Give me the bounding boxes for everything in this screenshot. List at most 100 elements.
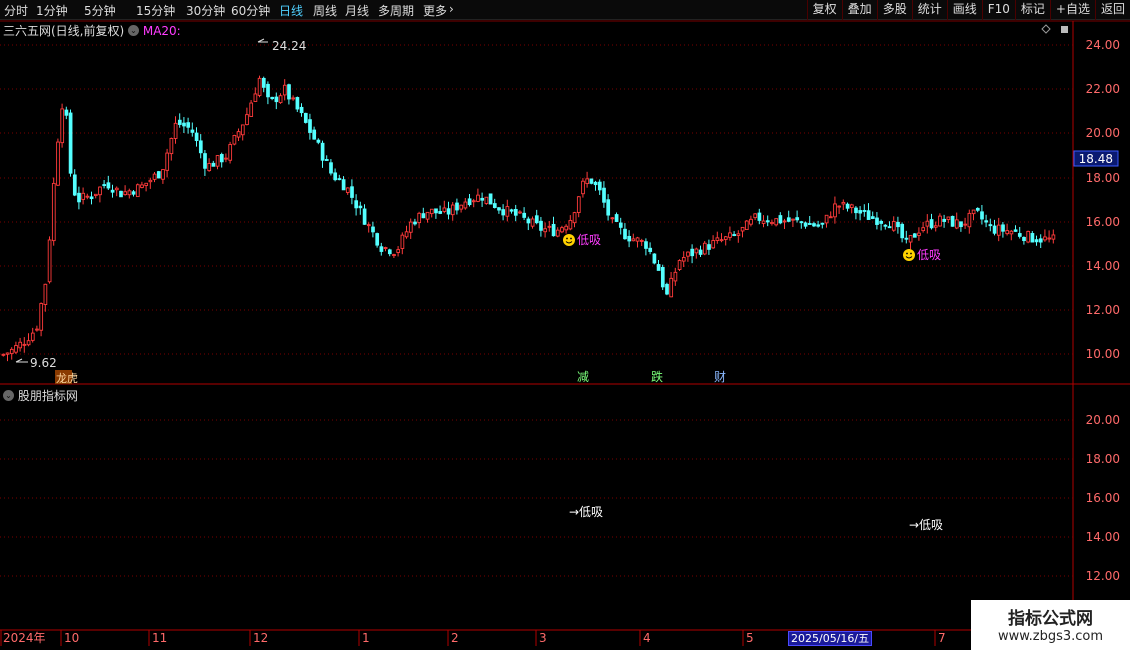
high-label: 24.24 — [272, 39, 306, 53]
time-label: 12 — [253, 631, 268, 645]
candle-up — [560, 227, 564, 233]
event-tag-finance[interactable]: 财 — [714, 370, 726, 384]
candle-up — [686, 251, 690, 257]
candle-up — [946, 216, 951, 220]
high-marker-icon — [257, 38, 268, 43]
candle-up — [841, 201, 846, 205]
candle-up — [505, 206, 510, 217]
candle-down — [854, 207, 858, 214]
signal-smiley-icon — [563, 234, 575, 246]
candle-up — [51, 182, 56, 242]
candle-down — [64, 109, 69, 116]
candle-down — [354, 200, 359, 209]
main-y-axis: 24.00 22.00 20.00 18.00 16.00 14.00 12.0… — [1086, 38, 1120, 361]
candle-up — [169, 138, 174, 155]
sub-grid — [0, 419, 1073, 577]
time-label: 5 — [746, 631, 754, 645]
candle-up — [581, 180, 585, 195]
candle-up — [677, 260, 682, 270]
candle-up — [400, 234, 405, 249]
candle-up — [1005, 230, 1010, 235]
candle-up — [463, 201, 468, 209]
candle-down — [329, 162, 333, 174]
low-label: 9.62 — [30, 356, 57, 370]
y-tick: 16.00 — [1086, 215, 1120, 229]
candle-down — [198, 140, 203, 154]
candle-down — [602, 187, 606, 203]
candle-up — [791, 218, 795, 221]
candle-up — [30, 332, 35, 341]
y-tick: 20.00 — [1086, 413, 1120, 427]
chevron-down-icon[interactable]: ⌄ — [3, 390, 14, 401]
candle-up — [278, 95, 283, 104]
candles-group — [1, 75, 1056, 362]
candle-up — [963, 223, 968, 226]
candle-up — [56, 141, 60, 186]
candle-up — [253, 93, 258, 102]
candle-down — [266, 83, 270, 98]
candle-down — [1034, 239, 1039, 243]
candle-up — [849, 204, 854, 208]
candle-down — [375, 233, 380, 246]
candle-up — [715, 237, 720, 241]
candle-up — [744, 220, 749, 230]
candle-down — [614, 214, 619, 222]
candle-up — [702, 242, 707, 255]
selected-date-tag: 2025/05/16/五 — [788, 631, 873, 646]
candle-up — [1009, 230, 1014, 235]
y-tick: 10.00 — [1086, 347, 1120, 361]
candle-up — [711, 240, 716, 249]
candle-up — [908, 235, 913, 243]
candle-up — [123, 191, 128, 196]
candle-up — [833, 203, 837, 218]
candle-up — [782, 220, 787, 223]
candle-up — [396, 249, 401, 253]
candlestick-chart[interactable]: 24.00 22.00 20.00 18.00 16.00 14.00 12.0… — [0, 0, 1130, 650]
candle-up — [555, 229, 560, 237]
y-tick: 12.00 — [1086, 303, 1120, 317]
candle-down — [497, 207, 501, 211]
signal-label: 低吸 — [577, 233, 601, 247]
candle-down — [455, 202, 459, 211]
candle-down — [988, 224, 993, 227]
candle-down — [589, 178, 594, 184]
candle-down — [904, 237, 909, 240]
candle-up — [719, 239, 724, 242]
candle-down — [942, 218, 947, 222]
candle-up — [585, 178, 590, 185]
candle-down — [526, 218, 531, 224]
candle-up — [639, 239, 644, 242]
candle-up — [5, 352, 10, 355]
candle-up — [723, 236, 728, 240]
time-label: 10 — [64, 631, 79, 645]
diamond-icon[interactable] — [1041, 24, 1051, 34]
sub-signal-text: →低吸 — [909, 518, 943, 532]
candle-down — [648, 247, 653, 252]
candle-down — [362, 208, 367, 225]
event-tag-fall[interactable]: 跌 — [651, 369, 663, 384]
candle-up — [161, 169, 165, 180]
candle-down — [900, 223, 905, 239]
candle-up — [1047, 237, 1052, 240]
candle-down — [337, 178, 342, 181]
y-tick: 18.00 — [1086, 452, 1120, 466]
candle-up — [39, 303, 44, 331]
candle-up — [1043, 236, 1047, 241]
candle-up — [236, 131, 241, 138]
event-tag-reduce[interactable]: 减 — [577, 370, 589, 384]
candle-down — [77, 192, 81, 203]
candle-up — [564, 225, 569, 231]
candle-up — [60, 108, 65, 144]
candle-up — [837, 205, 842, 208]
square-icon[interactable] — [1061, 26, 1068, 33]
event-tag-longhu[interactable]: 龙虎 — [56, 372, 78, 385]
chevron-down-icon[interactable]: ⌄ — [128, 25, 140, 36]
candle-down — [866, 210, 871, 220]
candle-up — [22, 343, 27, 346]
candle-up — [144, 182, 149, 186]
watermark-title: 指标公式网 — [1008, 609, 1093, 629]
candle-up — [207, 163, 212, 172]
candle-up — [18, 341, 23, 349]
candle-down — [186, 122, 191, 128]
candle-down — [219, 154, 224, 163]
